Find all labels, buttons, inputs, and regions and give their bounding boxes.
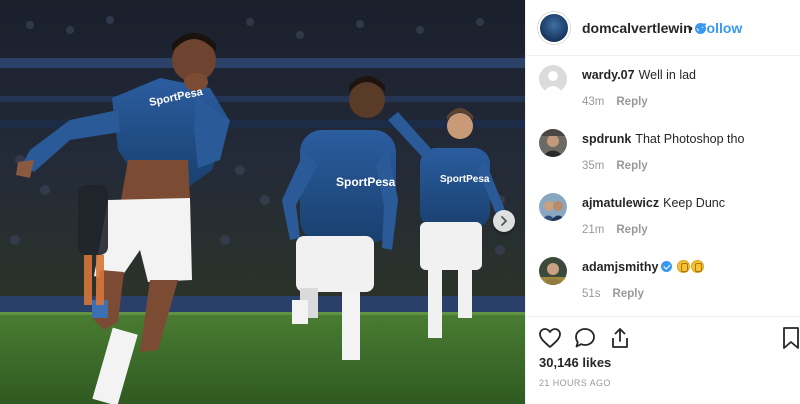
comment-time: 35m [582,160,605,172]
comment-body: wardy.07 Well in lad [582,68,696,82]
post-side-panel: domcalvertlewin • Follow wardy.07 Well in… [525,0,800,404]
follow-button[interactable]: Follow [698,20,742,36]
comment-time: 21m [582,224,605,236]
comment-time: 51s [582,288,601,300]
comment-item: ajmatulewicz Keep Dunc 21m Reply [526,188,800,252]
author-username: domcalvertlewin [582,20,692,36]
chevron-right-icon [501,216,507,226]
celebration-photo: SportPesa SportPesa SportPesa [0,0,525,404]
sponsor-text-2: SportPesa [336,175,396,189]
reply-button[interactable]: Reply [616,224,647,236]
post-timestamp[interactable]: 21 HOURS AGO [539,378,611,388]
comment-item: spdrunk That Photoshop tho 35m Reply [526,124,800,188]
comment-list[interactable]: wardy.07 Well in lad 43m Reply spdrunk That… [526,56,800,316]
verified-badge-icon [661,261,673,272]
user-photo-icon [539,129,567,157]
comment-time: 43m [582,96,605,108]
reply-button[interactable]: Reply [616,160,647,172]
next-photo-button[interactable] [493,210,515,232]
comment-meta: 21m Reply [582,224,648,236]
commenter-username[interactable]: ajmatulewicz [582,196,659,210]
user-photo-icon [539,193,567,221]
commenter-username[interactable]: wardy.07 [582,68,635,82]
commenter-username[interactable]: adamjsmithy [582,260,658,274]
comment-meta: 51s Reply [582,288,644,300]
commenter-avatar[interactable] [539,193,567,221]
commenter-username[interactable]: spdrunk [582,132,631,146]
comment-text: Keep Dunc [663,196,725,210]
comment-body: adamjsmithy [582,260,705,274]
post-photo[interactable]: SportPesa SportPesa SportPesa [0,0,525,404]
post-actions: 30,146 likes 21 HOURS AGO [526,316,800,404]
commenter-avatar[interactable] [539,257,567,285]
comment-body: spdrunk That Photoshop tho [582,132,744,146]
clapping-hands-emoji-icon [677,260,705,274]
comment-body: ajmatulewicz Keep Dunc [582,196,725,210]
share-icon[interactable] [608,326,632,350]
heart-icon[interactable] [538,326,562,350]
comment-text: That Photoshop tho [635,132,745,146]
commenter-avatar[interactable] [539,65,567,93]
likes-count[interactable]: 30,146 likes [539,355,611,370]
comment-text: Well in lad [638,68,697,82]
comment-item: adamjsmithy 51s Reply [526,252,800,316]
user-photo-icon [539,257,567,285]
comment-meta: 35m Reply [582,160,648,172]
commenter-avatar[interactable] [539,129,567,157]
avatar[interactable] [538,12,570,44]
reply-button[interactable]: Reply [616,96,647,108]
header-separator: • [688,20,693,36]
sponsor-text-1: SportPesa [440,174,490,185]
comment-item: wardy.07 Well in lad 43m Reply [526,60,800,124]
comment-icon[interactable] [573,326,597,350]
default-user-icon [539,65,567,93]
bookmark-icon[interactable] [781,326,800,350]
comment-meta: 43m Reply [582,96,648,108]
post-header: domcalvertlewin • Follow [526,0,800,56]
reply-button[interactable]: Reply [613,288,644,300]
